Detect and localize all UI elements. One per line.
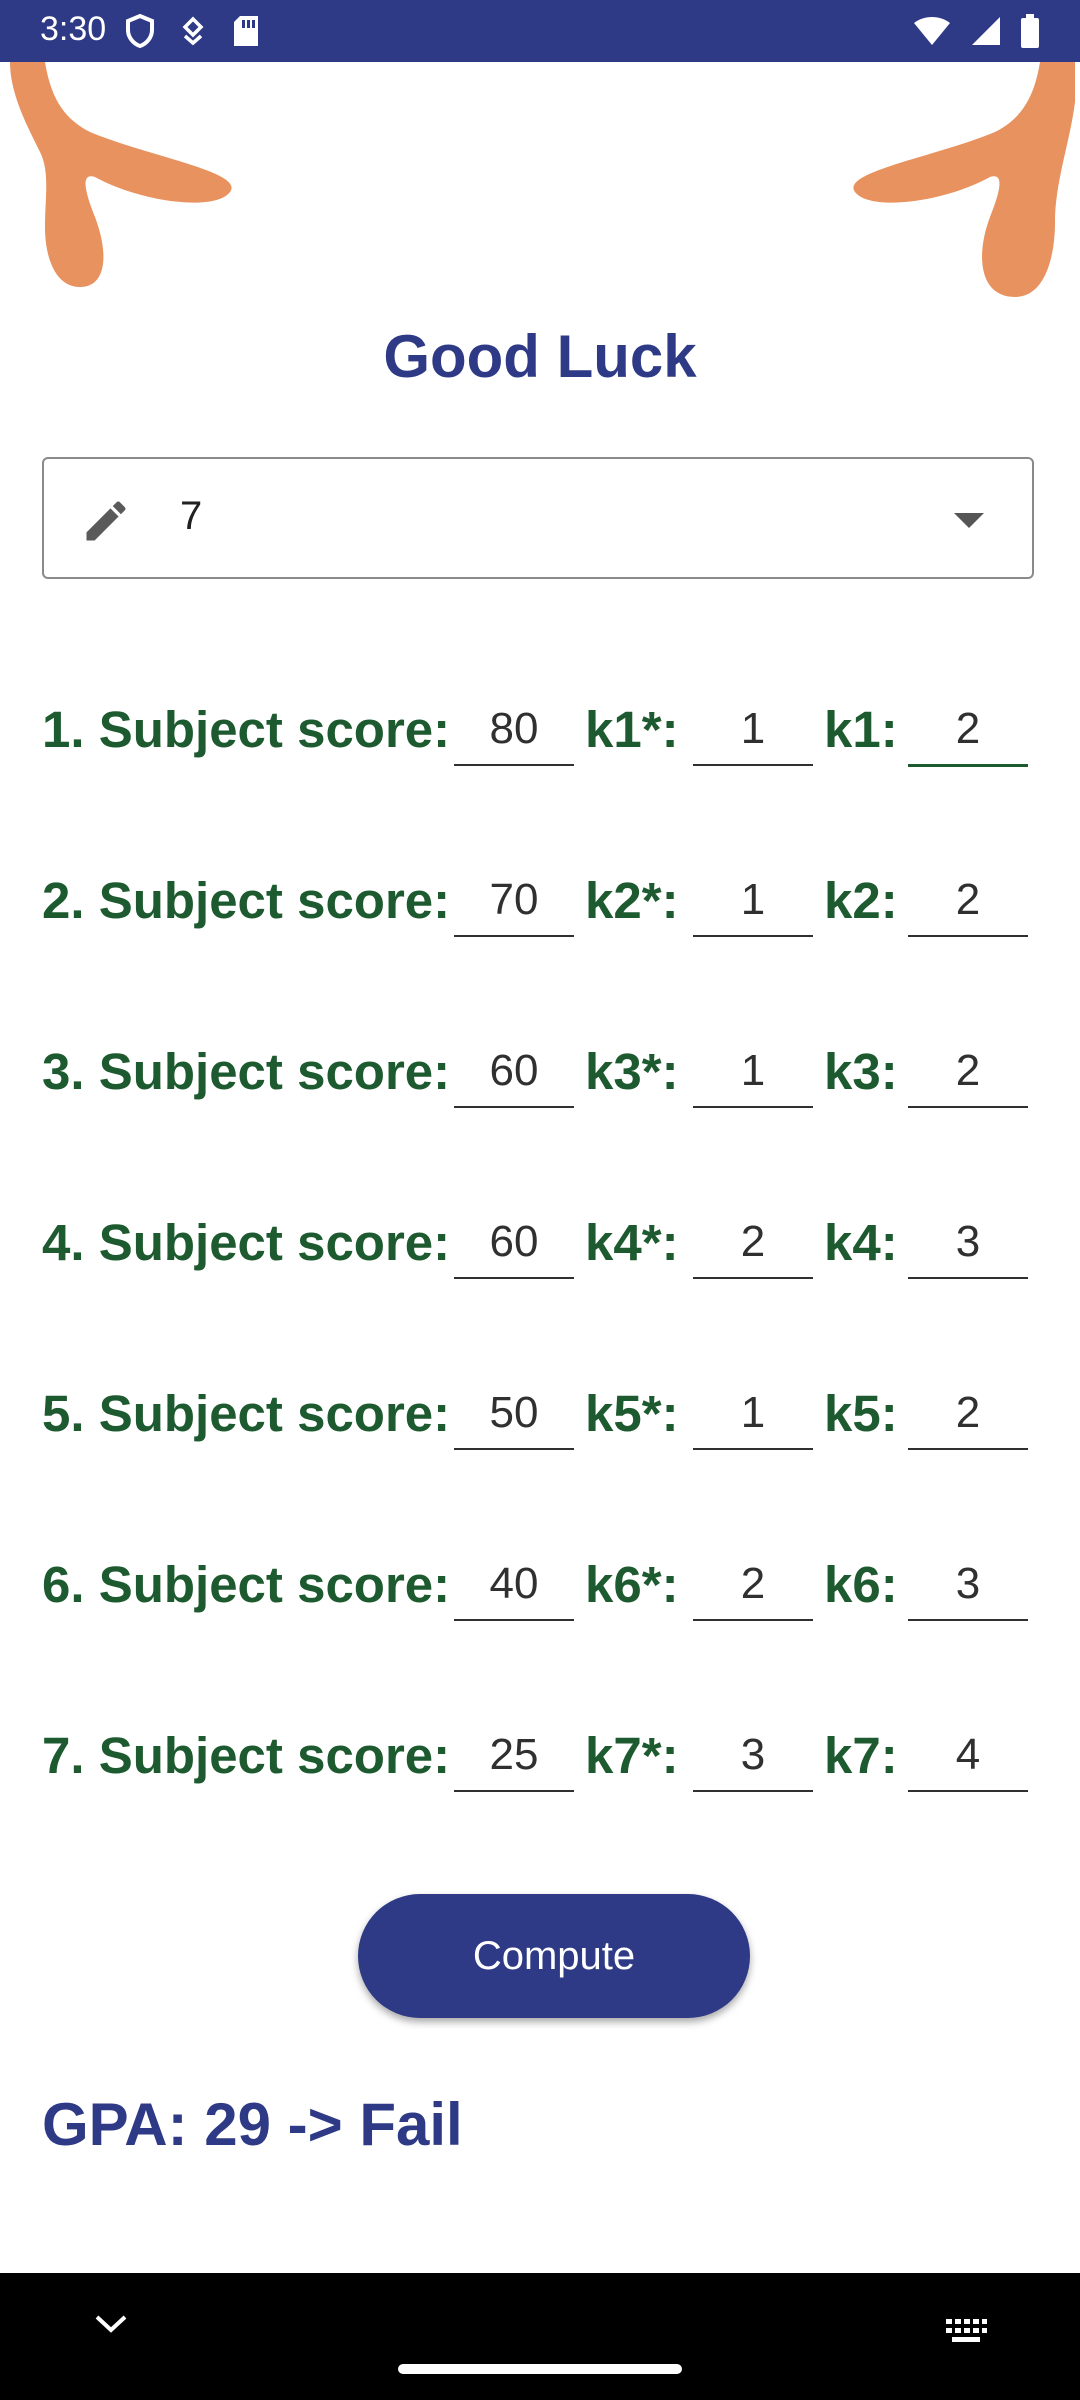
data-saver-icon (182, 16, 204, 46)
subject-row-2: 2. Subject score: 70 k2*: 1 k2: 2 (42, 853, 1042, 953)
subject-score-label: 4. Subject score: (42, 1214, 451, 1271)
k-star-input[interactable]: 1 (693, 1378, 813, 1450)
score-input[interactable]: 80 (454, 694, 574, 766)
subject-score-label: 7. Subject score: (42, 1727, 451, 1784)
k-star-label: k2*: (585, 872, 679, 929)
sd-card-icon (234, 16, 258, 46)
status-bar: 3:30 (0, 0, 1080, 62)
shield-icon (126, 14, 154, 48)
subject-count-value: 7 (180, 494, 203, 538)
k-label: k6: (824, 1556, 898, 1613)
subject-row-4: 4. Subject score: 60 k4*: 2 k4: 3 (42, 1195, 1042, 1295)
k-label: k1: (824, 701, 898, 758)
keyboard-icon[interactable] (944, 2317, 988, 2345)
k-label: k2: (824, 872, 898, 929)
subject-score-label: 6. Subject score: (42, 1556, 451, 1613)
status-time: 3:30 (40, 10, 107, 48)
score-input[interactable]: 70 (454, 865, 574, 937)
score-input[interactable]: 50 (454, 1378, 574, 1450)
k-star-input[interactable]: 3 (693, 1720, 813, 1792)
k-input[interactable]: 2 (908, 1036, 1028, 1108)
dropdown-arrow-icon (954, 513, 984, 528)
home-handle[interactable] (398, 2364, 682, 2374)
score-input[interactable]: 25 (454, 1720, 574, 1792)
k-star-label: k6*: (585, 1556, 679, 1613)
k-label: k3: (824, 1043, 898, 1100)
k-star-label: k4*: (585, 1214, 679, 1271)
subject-score-label: 2. Subject score: (42, 872, 451, 929)
k-star-input[interactable]: 2 (693, 1549, 813, 1621)
k-star-label: k7*: (585, 1727, 679, 1784)
k-star-input[interactable]: 1 (693, 865, 813, 937)
compute-button[interactable]: Compute (358, 1894, 750, 2018)
subject-row-3: 3. Subject score: 60 k3*: 1 k3: 2 (42, 1024, 1042, 1124)
subject-count-dropdown[interactable]: 7 (42, 457, 1034, 579)
page-title: Good Luck (383, 323, 697, 390)
score-input[interactable]: 40 (454, 1549, 574, 1621)
subject-row-5: 5. Subject score: 50 k5*: 1 k5: 2 (42, 1366, 1042, 1466)
k-star-input[interactable]: 1 (693, 1036, 813, 1108)
battery-icon (1021, 14, 1039, 48)
cellular-signal-icon (972, 17, 1000, 45)
subject-row-7: 7. Subject score: 25 k7*: 3 k7: 4 (42, 1708, 1042, 1808)
k-star-label: k3*: (585, 1043, 679, 1100)
k-input[interactable]: 2 (908, 1378, 1028, 1450)
k-label: k5: (824, 1385, 898, 1442)
k-star-label: k5*: (585, 1385, 679, 1442)
gpa-result: GPA: 29 -> Fail (42, 2091, 463, 2158)
k-input[interactable]: 4 (908, 1720, 1028, 1792)
k-star-input[interactable]: 2 (693, 1207, 813, 1279)
subject-score-label: 5. Subject score: (42, 1385, 451, 1442)
chevron-down-icon[interactable] (94, 2313, 128, 2335)
k-label: k4: (824, 1214, 898, 1271)
subject-row-6: 6. Subject score: 40 k6*: 2 k6: 3 (42, 1537, 1042, 1637)
k-input[interactable]: 2 (908, 694, 1028, 767)
k-input[interactable]: 2 (908, 865, 1028, 937)
score-input[interactable]: 60 (454, 1036, 574, 1108)
k-star-label: k1*: (585, 701, 679, 758)
subject-score-label: 1. Subject score: (42, 701, 451, 758)
wifi-icon (914, 17, 950, 45)
pencil-icon (86, 501, 126, 541)
decoration-right (853, 62, 1075, 297)
k-star-input[interactable]: 1 (693, 694, 813, 766)
k-input[interactable]: 3 (908, 1207, 1028, 1279)
k-input[interactable]: 3 (908, 1549, 1028, 1621)
k-label: k7: (824, 1727, 898, 1784)
subject-row-1: 1. Subject score: 80 k1*: 1 k1: 2 (42, 682, 1042, 782)
decoration-left (10, 62, 232, 287)
score-input[interactable]: 60 (454, 1207, 574, 1279)
subject-score-label: 3. Subject score: (42, 1043, 451, 1100)
navigation-bar (0, 2273, 1080, 2400)
